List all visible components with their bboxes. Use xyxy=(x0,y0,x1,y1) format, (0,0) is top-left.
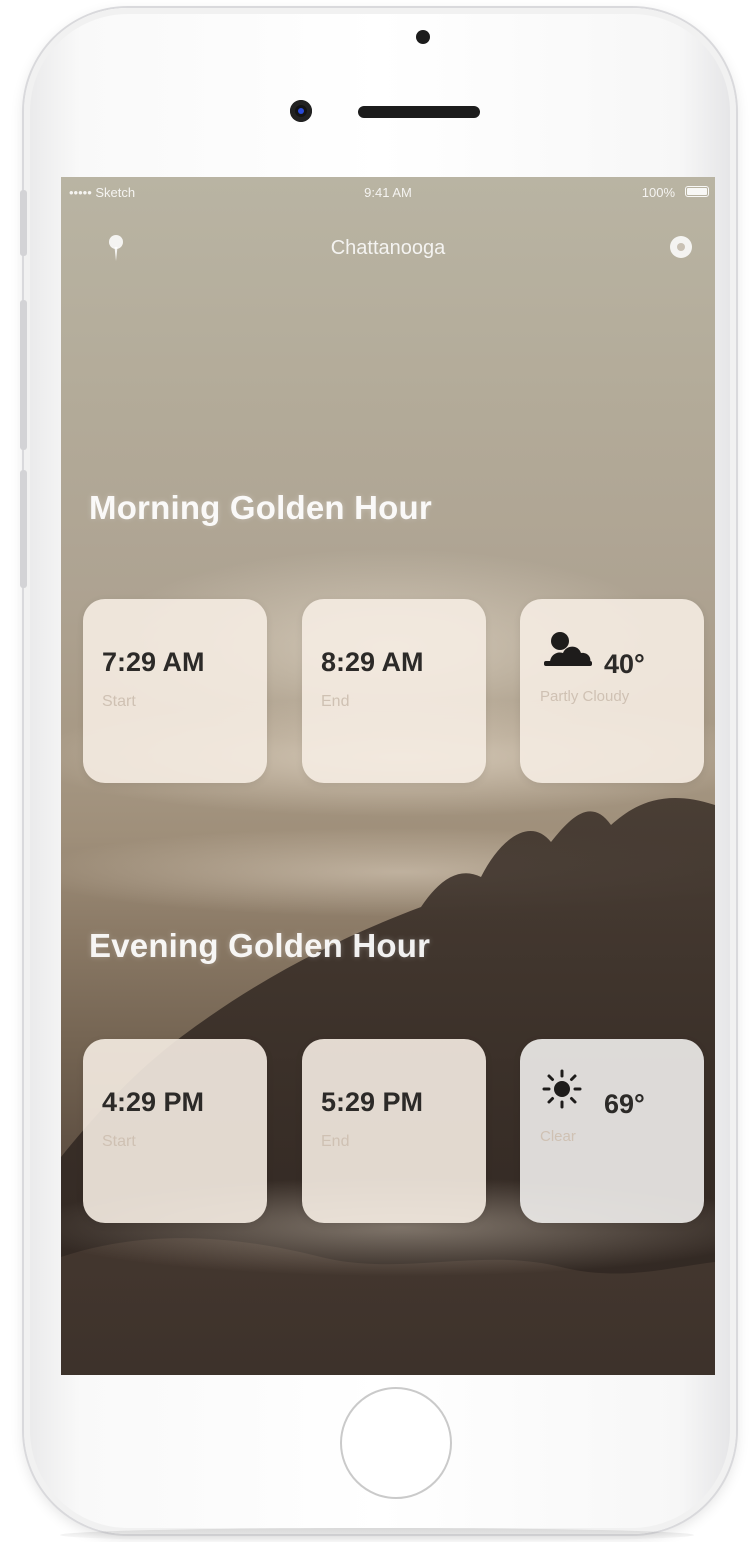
morning-section-title: Morning Golden Hour xyxy=(89,489,432,526)
earpiece-speaker xyxy=(358,106,480,118)
morning-temperature: 40° xyxy=(604,649,645,679)
silent-switch xyxy=(20,190,27,256)
morning-start-card[interactable]: 7:29 AM Start xyxy=(83,599,267,783)
morning-end-time: 8:29 AM xyxy=(321,647,424,677)
navigation-bar: Chattanooga xyxy=(61,217,715,277)
evening-condition: Clear xyxy=(540,1128,576,1145)
volume-down-button xyxy=(20,470,27,588)
volume-up-button xyxy=(20,300,27,450)
evening-temperature: 69° xyxy=(604,1089,645,1119)
evening-end-time: 5:29 PM xyxy=(321,1087,424,1117)
front-camera xyxy=(290,100,312,122)
evening-start-time: 4:29 PM xyxy=(102,1087,205,1117)
sun-icon xyxy=(540,1067,596,1113)
evening-start-card[interactable]: 4:29 PM Start xyxy=(83,1039,267,1223)
morning-weather-card[interactable]: 40° Partly Cloudy xyxy=(520,599,704,783)
morning-start-label: Start xyxy=(102,693,136,710)
status-bar: ••••• Sketch 9:41 AM 100% xyxy=(61,177,715,207)
battery-icon xyxy=(685,186,709,197)
status-time: 9:41 AM xyxy=(364,185,412,200)
morning-end-card[interactable]: 8:29 AM End xyxy=(302,599,486,783)
evening-weather-card[interactable]: 69° Clear xyxy=(520,1039,704,1223)
morning-condition: Partly Cloudy xyxy=(540,688,630,705)
battery-percentage: 100% xyxy=(641,185,675,200)
evening-section-title: Evening Golden Hour xyxy=(89,927,431,964)
app-screen: ••••• Sketch 9:41 AM 100% Chattanooga Mo… xyxy=(61,177,715,1375)
home-button[interactable] xyxy=(340,1387,452,1499)
evening-end-card[interactable]: 5:29 PM End xyxy=(302,1039,486,1223)
proximity-sensor xyxy=(416,30,430,44)
evening-end-label: End xyxy=(321,1133,350,1150)
morning-end-label: End xyxy=(321,693,350,710)
device-shadow xyxy=(60,1528,694,1542)
city-title: Chattanooga xyxy=(330,237,446,259)
partly-cloudy-icon xyxy=(540,627,596,673)
settings-icon[interactable] xyxy=(663,229,699,265)
evening-start-label: Start xyxy=(102,1133,136,1150)
morning-start-time: 7:29 AM xyxy=(102,647,205,677)
